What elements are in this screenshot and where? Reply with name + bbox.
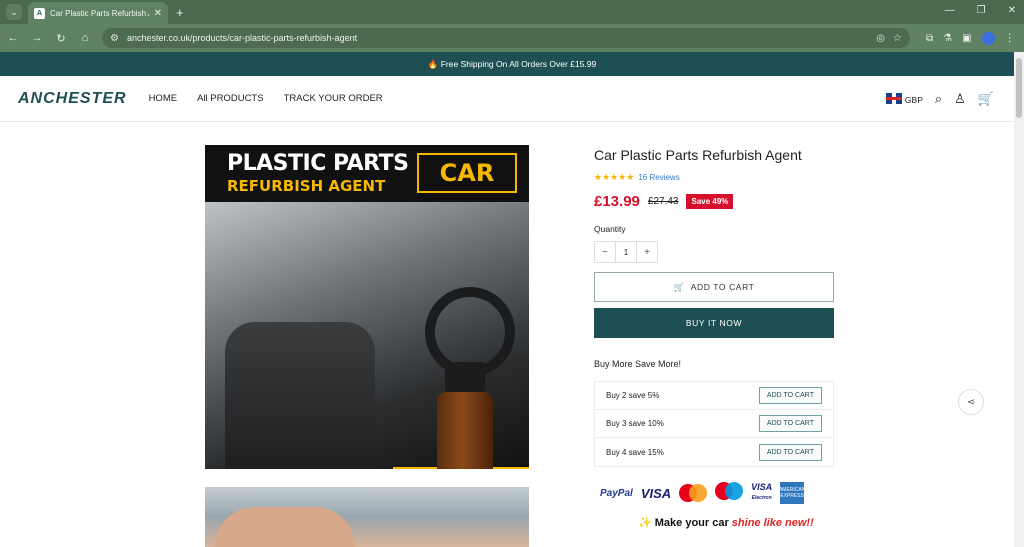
reviews-link[interactable]: 16 Reviews (638, 173, 679, 182)
currency-selector[interactable]: GBP (885, 90, 923, 108)
window-controls: — ❐ ✕ (945, 5, 1016, 16)
bundle-tier: Buy 2 save 5% ADD TO CART (595, 382, 833, 410)
eye-off-icon[interactable]: ◎ (876, 33, 885, 44)
forward-arrow-icon[interactable]: → (30, 32, 44, 44)
bookmark-star-icon[interactable]: ☆ (893, 33, 902, 44)
back-arrow-icon[interactable]: ← (6, 32, 20, 44)
image-title-line2: REFURBISH AGENT (227, 177, 386, 195)
minimize-icon[interactable]: — (945, 5, 955, 16)
tier-label: Buy 3 save 10% (606, 419, 664, 428)
profile-avatar-icon[interactable] (981, 31, 995, 45)
header-actions: GBP ⌕ ♙ 🛒 (885, 90, 994, 108)
slogan-highlight: shine like new!! (731, 517, 814, 529)
star-rating-icon: ★★★★★ (594, 172, 635, 182)
sale-price: £13.99 (594, 193, 640, 210)
bundle-tier: Buy 4 save 15% ADD TO CART (595, 438, 833, 466)
bundle-heading: Buy More Save More! (594, 359, 682, 369)
share-icon[interactable]: ⋖ (958, 389, 984, 415)
reload-icon[interactable]: ↻ (54, 32, 68, 45)
tier-label: Buy 4 save 15% (606, 447, 664, 457)
tab-search-icon[interactable]: ⌄ (6, 4, 22, 20)
image-title-line1: PLASTIC PARTS (227, 151, 409, 176)
extensions-icon[interactable]: ⧉ (926, 33, 933, 44)
visa-electron-icon: VISA Electron (751, 482, 773, 502)
restore-icon[interactable]: ❐ (977, 5, 986, 16)
side-panel-icon[interactable]: ▣ (962, 33, 971, 44)
site-favicon-icon: A (34, 7, 45, 19)
image-banner: PLASTIC PARTS REFURBISH AGENT CAR (205, 145, 529, 202)
tab-title: Car Plastic Parts Refurbish Agen (50, 8, 149, 18)
scrollbar-thumb[interactable] (1016, 58, 1022, 118)
slogan-prefix: ✨ Make your car (638, 517, 732, 529)
cart-icon[interactable]: 🛒 (978, 91, 994, 107)
kebab-menu-icon[interactable]: ⋮ (1005, 33, 1015, 44)
product-title: Car Plastic Parts Refurbish Agent (594, 147, 802, 163)
browser-toolbar: ← → ↻ ⌂ ⚙ anchester.co.uk/products/car-p… (0, 24, 1024, 52)
url-text[interactable]: anchester.co.uk/products/car-plastic-par… (127, 33, 868, 43)
tab-close-icon[interactable]: ✕ (154, 8, 162, 19)
site-info-icon[interactable]: ⚙ (110, 33, 119, 44)
home-icon[interactable]: ⌂ (78, 32, 92, 44)
active-tab[interactable]: A Car Plastic Parts Refurbish Agen ✕ (28, 2, 168, 24)
buy-now-button[interactable]: BUY IT NOW (594, 308, 834, 338)
tier-add-to-cart-button[interactable]: ADD TO CART (758, 443, 822, 461)
maestro-icon (715, 482, 744, 504)
uk-flag-icon (885, 92, 902, 104)
bundle-tier: Buy 3 save 10% ADD TO CART (595, 410, 833, 438)
address-bar[interactable]: ⚙ anchester.co.uk/products/car-plastic-p… (102, 28, 910, 48)
product-bottle (437, 362, 493, 469)
image-car-tag: CAR (417, 153, 517, 193)
search-icon[interactable]: ⌕ (935, 91, 942, 107)
site-header: ANCHESTER HOME All PRODUCTS TRACK YOUR O… (0, 76, 1024, 122)
mastercard-icon (679, 484, 708, 502)
main-nav: HOME All PRODUCTS TRACK YOUR ORDER (149, 93, 383, 104)
nav-home[interactable]: HOME (149, 93, 178, 104)
slogan: ✨ Make your car shine like new!! (638, 516, 834, 529)
add-to-cart-label: ADD TO CART (690, 282, 755, 292)
browser-tabstrip: ⌄ A Car Plastic Parts Refurbish Agen ✕ +… (0, 0, 1024, 24)
tier-add-to-cart-button[interactable]: ADD TO CART (758, 415, 822, 432)
quantity-stepper: − 1 + (594, 241, 658, 263)
car-interior-photo (205, 202, 529, 469)
tier-label: Buy 2 save 5% (606, 391, 660, 400)
qty-increase-button[interactable]: + (637, 242, 657, 262)
new-tab-button[interactable]: + (176, 5, 184, 20)
nav-all-products[interactable]: All PRODUCTS (197, 93, 264, 104)
window-close-icon[interactable]: ✕ (1008, 5, 1016, 16)
car-seat-shape (225, 322, 375, 469)
nav-track-order[interactable]: TRACK YOUR ORDER (284, 93, 383, 104)
add-to-cart-button[interactable]: 🛒 ADD TO CART (594, 272, 834, 302)
paypal-icon: PayPal (600, 487, 633, 499)
price-row: £13.99 £27.43 Save 49% (594, 193, 834, 210)
tier-add-to-cart-button[interactable]: ADD TO CART (758, 387, 822, 404)
product-image[interactable]: PLASTIC PARTS REFURBISH AGENT CAR (205, 145, 529, 469)
visa-icon: VISA (640, 485, 672, 501)
cart-icon: 🛒 (673, 281, 685, 292)
product-info: Car Plastic Parts Refurbish Agent ★★★★★ … (594, 147, 834, 529)
qty-input[interactable]: 1 (615, 242, 637, 262)
account-icon[interactable]: ♙ (954, 91, 966, 107)
rating-row: ★★★★★ 16 Reviews (594, 172, 834, 183)
currency-label: GBP (904, 94, 923, 105)
bundle-tiers: Buy 2 save 5% ADD TO CART Buy 3 save 10%… (594, 381, 834, 467)
save-badge: Save 49% (686, 194, 734, 209)
quantity-label: Quantity (594, 224, 626, 234)
labs-icon[interactable]: ⚗ (943, 33, 952, 44)
site-logo[interactable]: ANCHESTER (18, 90, 127, 108)
qty-decrease-button[interactable]: − (595, 242, 615, 262)
product-main: PLASTIC PARTS REFURBISH AGENT CAR Car Pl… (0, 122, 1024, 547)
product-image-secondary[interactable] (205, 487, 529, 547)
amex-icon: AMERICAN EXPRESS (779, 482, 805, 504)
compare-price: £27.43 (647, 196, 679, 207)
payment-methods: PayPal VISA VISA Electron AMERICAN EXPRES… (600, 482, 834, 504)
hand-shape (215, 507, 355, 547)
announcement-bar: 🔥 Free Shipping On All Orders Over £15.9… (0, 52, 1024, 76)
